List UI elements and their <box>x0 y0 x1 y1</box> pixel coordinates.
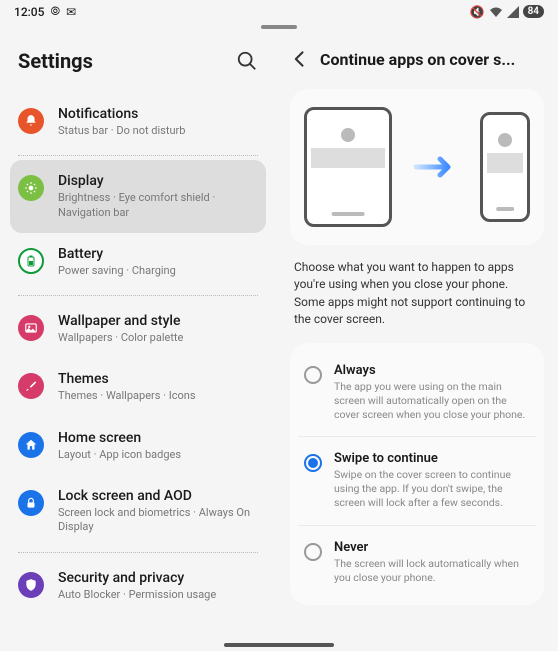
detail-title: Continue apps on cover s... <box>320 50 515 69</box>
phone-folded-icon <box>480 112 530 222</box>
home-icon <box>18 432 44 458</box>
option-sub: Swipe on the cover screen to continue us… <box>334 468 530 511</box>
sidebar-item-label: Lock screen and AOD <box>58 488 258 504</box>
illustration-card <box>290 89 544 245</box>
option-never[interactable]: Never The screen will lock automatically… <box>298 526 536 599</box>
divider <box>18 552 258 553</box>
sidebar-item-label: Home screen <box>58 430 258 446</box>
option-always[interactable]: Always The app you were using on the mai… <box>298 349 536 438</box>
sidebar-item-sub: Brightness · Eye comfort shield · Naviga… <box>58 191 258 220</box>
search-icon[interactable] <box>236 50 258 72</box>
option-sub: The screen will lock automatically when … <box>334 557 530 585</box>
option-label: Always <box>334 363 530 378</box>
mute-icon: 🔇 <box>470 5 485 19</box>
phone-unfolded-icon <box>304 107 392 227</box>
sidebar-item-label: Notifications <box>58 106 258 122</box>
sidebar-item-label: Themes <box>58 371 258 387</box>
battery-icon <box>18 248 44 274</box>
sidebar-item-display[interactable]: Display Brightness · Eye comfort shield … <box>10 160 266 233</box>
sidebar-item-label: Security and privacy <box>58 570 258 586</box>
sidebar-item-battery[interactable]: Battery Power saving · Charging <box>10 233 266 291</box>
sun-icon <box>18 175 44 201</box>
sidebar-item-wallpaper[interactable]: Wallpaper and style Wallpapers · Color p… <box>10 300 266 358</box>
sidebar-item-sub: Screen lock and biometrics · Always On D… <box>58 506 258 535</box>
bell-icon <box>18 108 44 134</box>
arrow-right-icon <box>414 155 458 179</box>
sidebar-item-label: Display <box>58 173 258 189</box>
brush-icon <box>18 373 44 399</box>
option-label: Never <box>334 540 530 555</box>
divider <box>18 295 258 296</box>
nav-handle[interactable] <box>224 643 334 647</box>
sidebar-item-lock-screen[interactable]: Lock screen and AOD Screen lock and biom… <box>10 475 266 548</box>
sidebar-item-home-screen[interactable]: Home screen Layout · App icon badges <box>10 417 266 475</box>
sidebar-item-sub: Wallpapers · Color palette <box>58 331 258 345</box>
status-bar: 12:05 ⦾ ✉ 🔇 84 <box>0 0 558 23</box>
sidebar-item-themes[interactable]: Themes Themes · Wallpapers · Icons <box>10 358 266 416</box>
sidebar-item-label: Battery <box>58 246 258 262</box>
sidebar-item-sub: Power saving · Charging <box>58 264 258 278</box>
signal-icon <box>507 6 519 18</box>
radio-icon <box>304 366 322 384</box>
page-title: Settings <box>18 49 93 73</box>
divider <box>18 155 258 156</box>
sidebar-item-label: Wallpaper and style <box>58 313 258 329</box>
sidebar-item-sub: Auto Blocker · Permission usage <box>58 588 258 602</box>
sidebar-item-sub: Themes · Wallpapers · Icons <box>58 389 258 403</box>
radio-icon <box>304 543 322 561</box>
settings-list-pane: Settings Notifications Status bar · Do n… <box>0 31 276 651</box>
option-sub: The app you were using on the main scree… <box>334 380 530 423</box>
sidebar-item-security[interactable]: Security and privacy Auto Blocker · Perm… <box>10 557 266 615</box>
mail-icon: ✉ <box>66 5 76 19</box>
camera-icon: ⦾ <box>50 4 60 19</box>
wifi-icon <box>489 6 503 18</box>
sidebar-item-sub: Status bar · Do not disturb <box>58 124 258 138</box>
detail-pane: Continue apps on cover s... Choose what <box>276 31 558 651</box>
back-icon[interactable] <box>290 49 310 69</box>
drag-handle[interactable] <box>261 25 297 29</box>
option-swipe-to-continue[interactable]: Swipe to continue Swipe on the cover scr… <box>298 437 536 526</box>
option-label: Swipe to continue <box>334 451 530 466</box>
options-group: Always The app you were using on the mai… <box>290 343 544 605</box>
image-icon <box>18 315 44 341</box>
lock-icon <box>18 490 44 516</box>
sidebar-item-sub: Layout · App icon badges <box>58 448 258 462</box>
battery-badge: 84 <box>523 5 544 18</box>
radio-icon <box>304 454 322 472</box>
detail-description: Choose what you want to happen to apps y… <box>294 259 540 329</box>
status-time: 12:05 <box>14 5 44 19</box>
sidebar-item-notifications[interactable]: Notifications Status bar · Do not distur… <box>10 93 266 151</box>
shield-icon <box>18 572 44 598</box>
